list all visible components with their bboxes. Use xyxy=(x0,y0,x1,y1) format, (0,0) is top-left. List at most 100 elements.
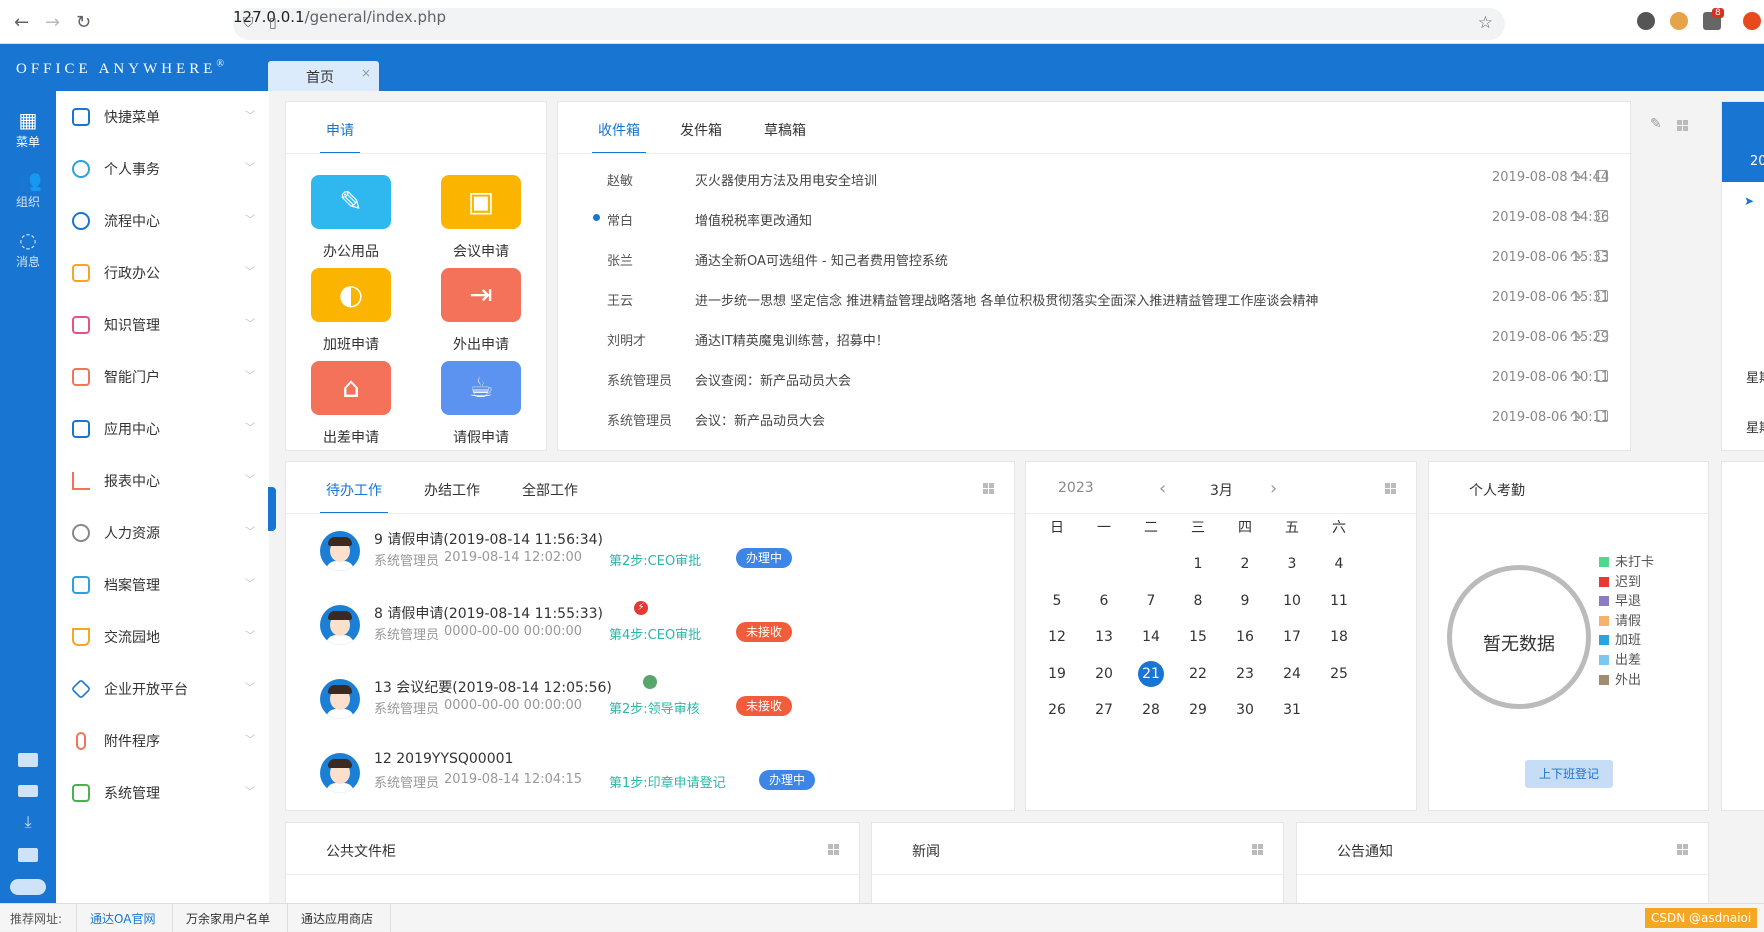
work-row[interactable]: 12 2019YYSQ00001 系统管理员 2019-08-14 12:04:15… xyxy=(286,741,1018,815)
profile-extension-icon[interactable] xyxy=(1637,12,1655,30)
menu-item-hr[interactable]: 人力资源 ﹀ xyxy=(56,507,269,559)
site-info-icon[interactable]: ⛉ xyxy=(243,15,254,31)
calendar-day[interactable]: 29 xyxy=(1183,697,1213,723)
menu-item-attachments[interactable]: 附件程序 ﹀ xyxy=(56,715,269,767)
download-icon[interactable]: ⤓ xyxy=(18,814,38,830)
calendar-day[interactable]: 24 xyxy=(1277,661,1307,687)
calendar-day[interactable]: 17 xyxy=(1277,624,1307,650)
office-supplies-icon[interactable]: ✎ xyxy=(311,175,391,229)
forward-icon[interactable]: ↷ xyxy=(1570,248,1583,266)
calendar-day[interactable]: 14 xyxy=(1136,624,1166,650)
cookie-extension-icon[interactable] xyxy=(1670,12,1688,30)
mail-row[interactable]: 常白 增值税税率更改通知 2019-08-08 14:36 ↷ xyxy=(558,199,1630,239)
send-icon[interactable]: ➤ xyxy=(1744,194,1754,208)
calendar-day[interactable]: 10 xyxy=(1277,588,1307,614)
grid-icon[interactable] xyxy=(1677,844,1688,855)
calendar-day[interactable]: 27 xyxy=(1089,697,1119,723)
rail-item-menu[interactable]: ▦ 菜单 xyxy=(0,109,56,150)
mail-row[interactable]: 系统管理员 会议：新产品动员大会 2019-08-06 10:11 ↷ xyxy=(558,399,1630,439)
suitcase-icon[interactable]: ⌂ xyxy=(311,361,391,415)
tab-inbox[interactable]: 收件箱 xyxy=(592,120,646,154)
calendar-day[interactable]: 25 xyxy=(1324,661,1354,687)
footer-link[interactable]: 通达应用商店 xyxy=(301,910,373,927)
menu-item-admin[interactable]: 行政办公 ﹀ xyxy=(56,247,269,299)
mail-subject[interactable]: 通达全新OA可选组件 - 知己者费用管控系统 xyxy=(695,250,948,269)
footer-link[interactable]: 通达OA官网 xyxy=(90,910,155,927)
calendar-day[interactable]: 16 xyxy=(1230,624,1260,650)
mail-subject[interactable]: 进一步统一思想 坚定信念 推进精益管理战略落地 各单位积极贯彻落实全面深入推进精… xyxy=(695,290,1318,309)
sidebar-collapse-handle[interactable] xyxy=(268,487,276,531)
calendar-day[interactable]: 12 xyxy=(1042,624,1072,650)
meeting-icon[interactable]: ▣ xyxy=(441,175,521,229)
open-external-icon[interactable] xyxy=(1596,170,1608,182)
calendar-day[interactable]: 1 xyxy=(1183,551,1213,577)
open-external-icon[interactable] xyxy=(1596,290,1608,302)
rail-item-messages[interactable]: ◌ 消息 xyxy=(0,229,56,270)
forward-icon[interactable]: ↷ xyxy=(1570,208,1583,226)
open-external-icon[interactable] xyxy=(1596,250,1608,262)
tab-home[interactable]: 首页 × xyxy=(268,61,379,91)
go-out-icon[interactable]: ⇥ xyxy=(441,268,521,322)
menu-item-knowledge[interactable]: 知识管理 ﹀ xyxy=(56,299,269,351)
open-external-icon[interactable] xyxy=(1596,210,1608,222)
tab-all[interactable]: 全部工作 xyxy=(522,480,578,500)
menu-item-reports[interactable]: 报表中心 ﹀ xyxy=(56,455,269,507)
mail-row[interactable]: 刘明才 通达IT精英魔鬼训练营，招募中！ 2019-08-06 15:29 ↷ xyxy=(558,319,1630,359)
clock-in-button[interactable]: 上下班登记 xyxy=(1525,760,1613,788)
calendar-day[interactable]: 6 xyxy=(1089,588,1119,614)
menu-item-quick[interactable]: 快捷菜单 ﹀ xyxy=(56,91,269,143)
bookmark-star-icon[interactable]: ☆ xyxy=(1478,13,1493,33)
coffee-cup-icon[interactable]: ☕ xyxy=(441,361,521,415)
rail-item-org[interactable]: 👥 组织 xyxy=(0,169,56,210)
work-row[interactable]: 8 请假申请(2019-08-14 11:55:33) 系统管理员 0000-00-… xyxy=(286,593,1018,667)
menu-item-personal[interactable]: 个人事务 ﹀ xyxy=(56,143,269,195)
calendar-day[interactable]: 9 xyxy=(1230,588,1260,614)
shirt-icon[interactable] xyxy=(18,848,38,862)
mail-row[interactable]: 王云 进一步统一思想 坚定信念 推进精益管理战略落地 各单位积极贯彻落实全面深入推… xyxy=(558,279,1630,319)
calendar-day[interactable]: 20 xyxy=(1089,661,1119,687)
calendar-day[interactable]: 5 xyxy=(1042,588,1072,614)
mail-row[interactable]: 赵敏 灭火器使用方法及用电安全培训 2019-08-08 14:44 ↷ xyxy=(558,159,1630,199)
calendar-day[interactable]: 4 xyxy=(1324,551,1354,577)
calendar-today[interactable]: 21 xyxy=(1138,660,1164,687)
work-title[interactable]: 8 请假申请(2019-08-14 11:55:33) xyxy=(374,603,603,623)
work-row[interactable]: 13 会议纪要(2019-08-14 12:05:56) 系统管理员 0000-00… xyxy=(286,667,1018,741)
close-icon[interactable]: × xyxy=(361,66,371,80)
open-external-icon[interactable] xyxy=(1596,410,1608,422)
calendar-day[interactable]: 22 xyxy=(1183,661,1213,687)
grid-icon[interactable] xyxy=(1252,844,1263,855)
mail-subject[interactable]: 灭火器使用方法及用电安全培训 xyxy=(695,170,877,189)
calendar-day[interactable]: 30 xyxy=(1230,697,1260,723)
grid-icon[interactable] xyxy=(1385,483,1396,494)
grid-icon[interactable] xyxy=(1677,120,1688,131)
calendar-day[interactable]: 3 xyxy=(1277,551,1307,577)
server-icon[interactable] xyxy=(18,785,38,797)
overtime-icon[interactable]: ◐ xyxy=(311,268,391,322)
reload-icon[interactable]: ↻ xyxy=(76,12,91,33)
calendar-day[interactable]: 31 xyxy=(1277,697,1307,723)
tab-apply[interactable]: 申请 xyxy=(320,120,360,154)
menu-item-community[interactable]: 交流园地 ﹀ xyxy=(56,611,269,663)
calendar-day[interactable]: 8 xyxy=(1183,588,1213,614)
menu-item-open-platform[interactable]: 企业开放平台 ﹀ xyxy=(56,663,269,715)
calendar-day[interactable]: 13 xyxy=(1089,624,1119,650)
forward-icon[interactable]: ↷ xyxy=(1570,288,1583,306)
prev-month-icon[interactable]: ‹ xyxy=(1159,478,1166,499)
mail-subject[interactable]: 会议查阅：新产品动员大会 xyxy=(695,370,851,389)
calendar-day[interactable]: 28 xyxy=(1136,697,1166,723)
calendar-day[interactable]: 7 xyxy=(1136,588,1166,614)
collapse-rail-button[interactable] xyxy=(10,879,46,895)
calendar-day[interactable]: 15 xyxy=(1183,624,1213,650)
back-icon[interactable]: ← xyxy=(14,12,29,33)
tab-sent[interactable]: 发件箱 xyxy=(680,120,722,140)
block-extension-icon[interactable] xyxy=(1743,12,1761,30)
mail-row[interactable]: 张兰 通达全新OA可选组件 - 知己者费用管控系统 2019-08-06 15:33… xyxy=(558,239,1630,279)
footer-link[interactable]: 万余家用户名单 xyxy=(186,910,270,927)
calendar-day[interactable]: 2 xyxy=(1230,551,1260,577)
mail-row[interactable]: 系统管理员 会议查阅：新产品动员大会 2019-08-06 10:11 ↷ xyxy=(558,359,1630,399)
mail-subject[interactable]: 增值税税率更改通知 xyxy=(695,210,812,229)
grid-icon[interactable] xyxy=(828,844,839,855)
forward-icon[interactable]: → xyxy=(45,12,60,33)
calendar-day[interactable]: 18 xyxy=(1324,624,1354,650)
forward-icon[interactable]: ↷ xyxy=(1570,368,1583,386)
